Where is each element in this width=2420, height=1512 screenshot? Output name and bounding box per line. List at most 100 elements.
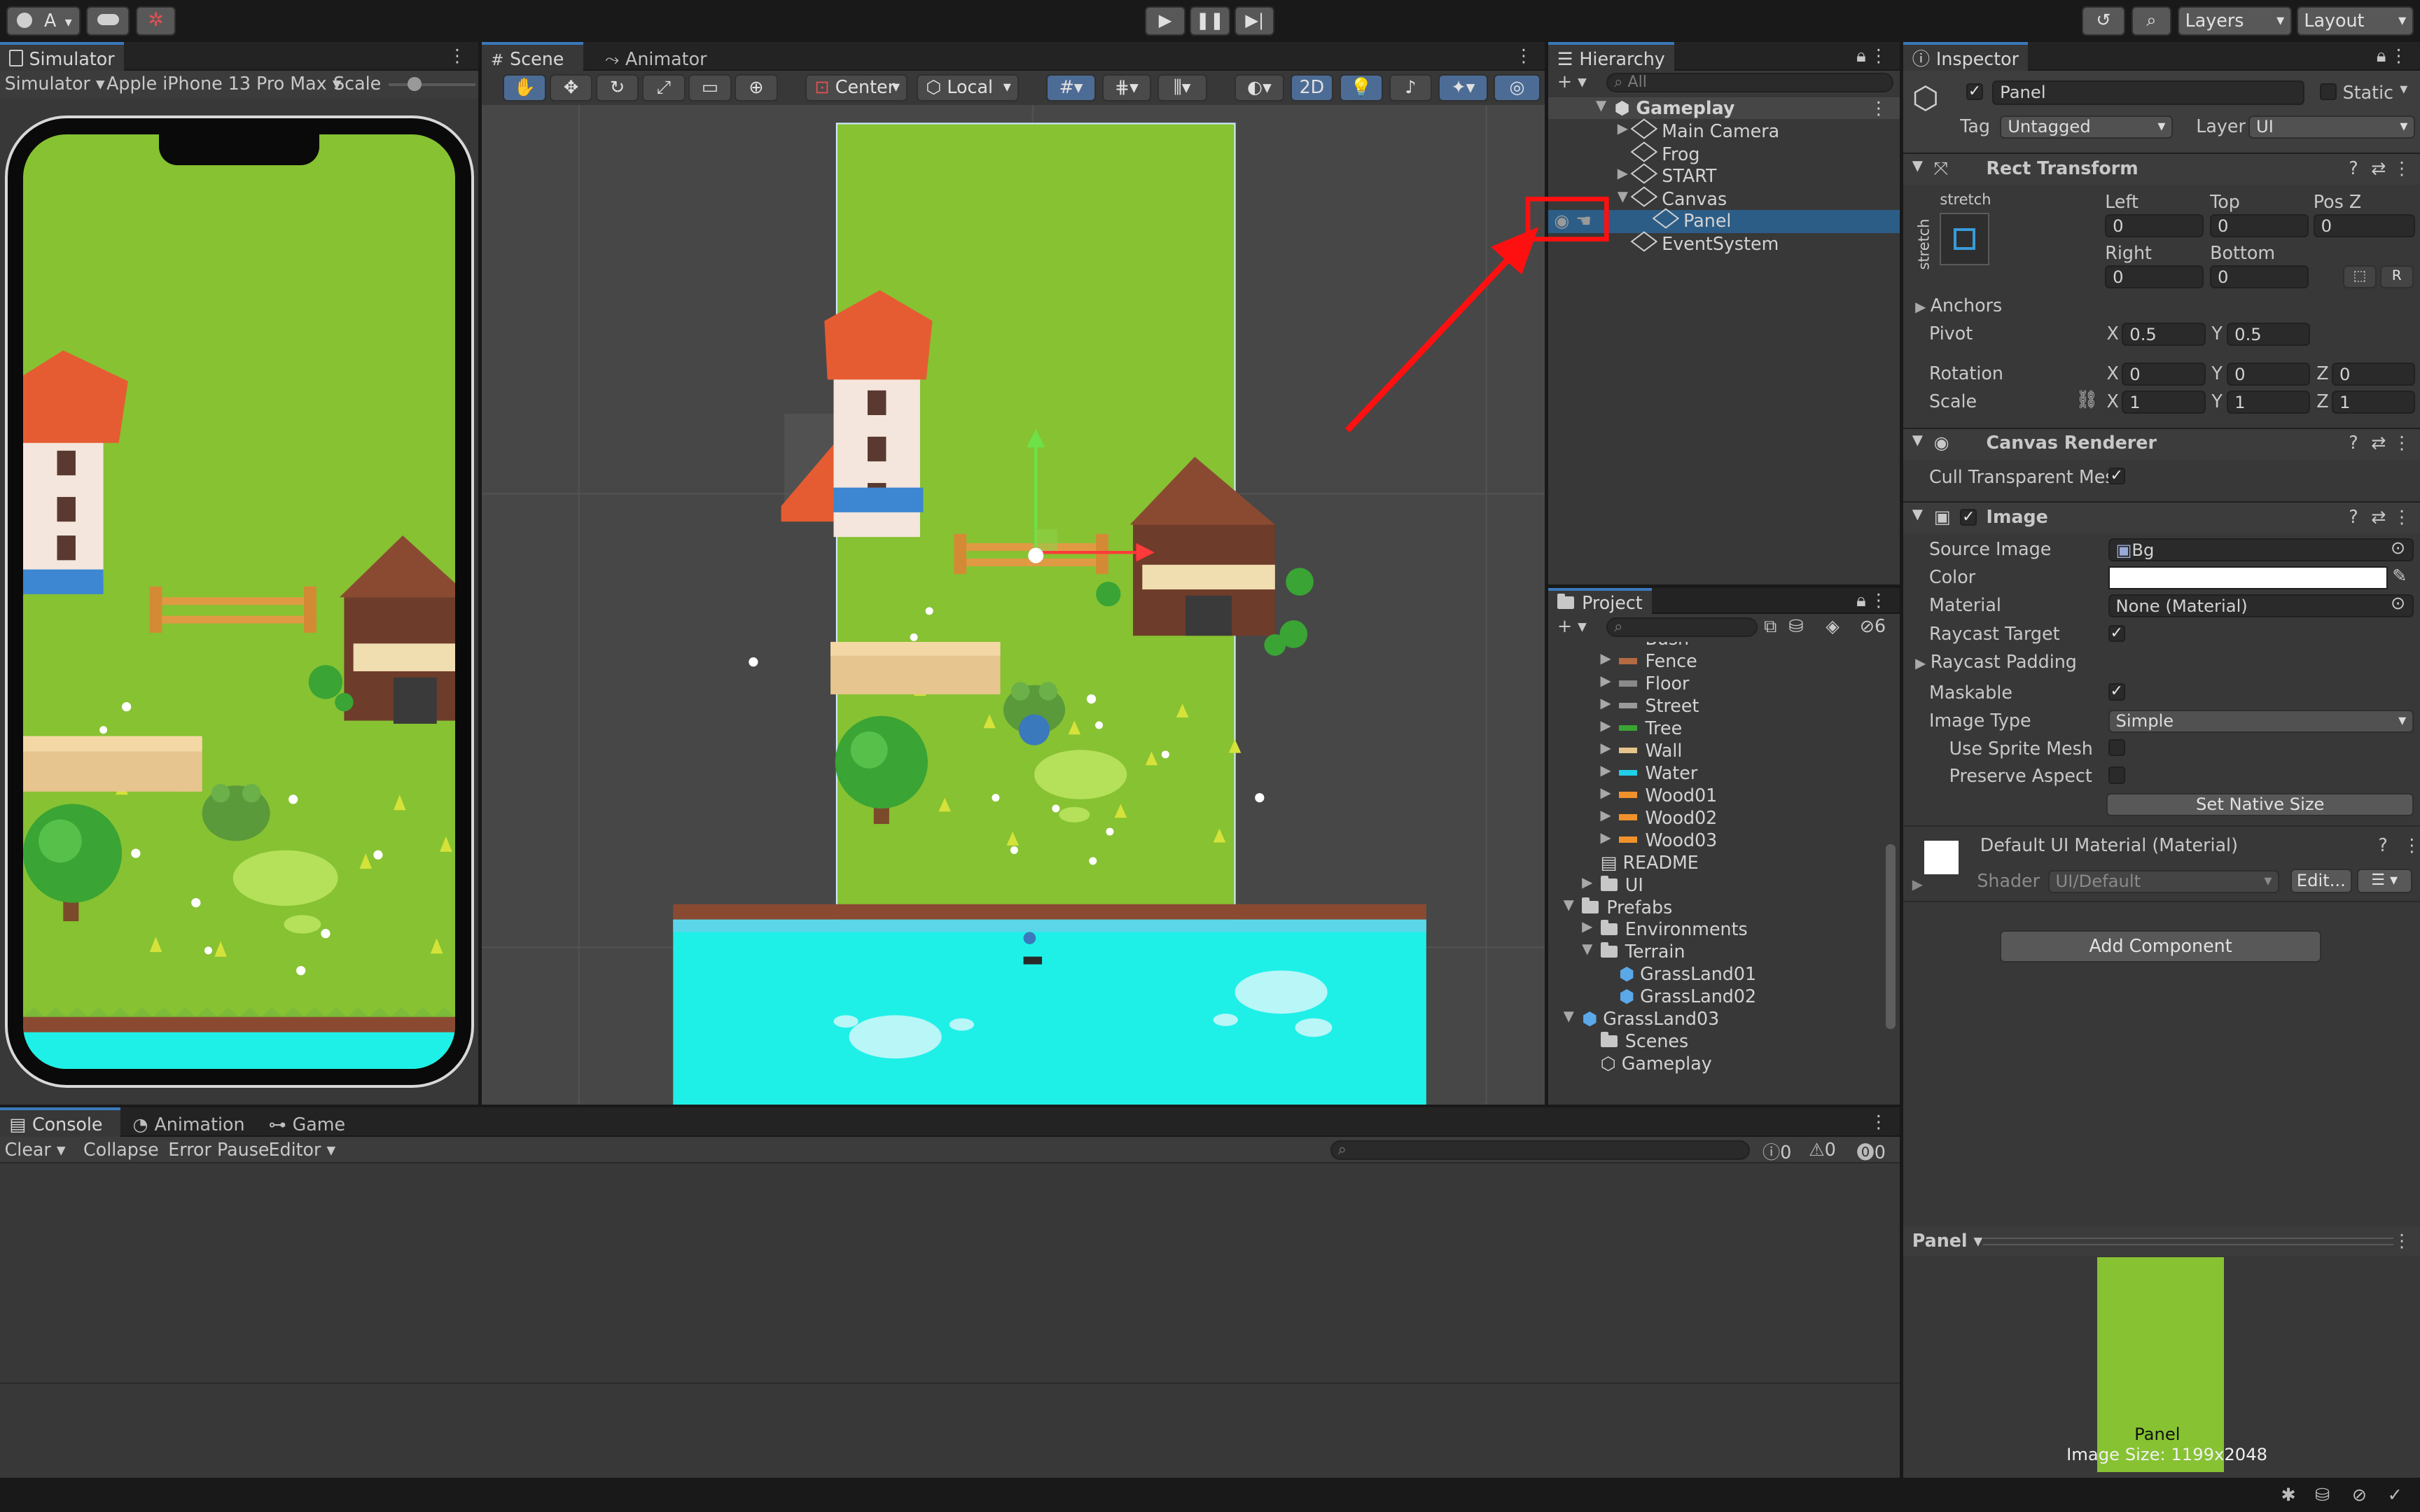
component-menu-icon[interactable]: ⋮ <box>2393 506 2410 527</box>
raycast-padding-foldout[interactable]: ▶ Raycast Padding <box>1915 651 2077 672</box>
tab-animator[interactable]: ⤳ Animator <box>596 42 716 71</box>
use-sprite-mesh-checkbox[interactable] <box>2108 738 2125 756</box>
lighting-toggle[interactable]: 💡 <box>1340 74 1383 102</box>
help-icon[interactable]: ? <box>2349 158 2358 178</box>
pickable-hand-icon[interactable]: ☚ <box>1576 210 1592 231</box>
tab-hierarchy[interactable]: ☰ Hierarchy <box>1548 41 1675 71</box>
component-menu-icon[interactable]: ⋮ <box>2403 834 2420 855</box>
scale-x-field[interactable]: 1 <box>2122 390 2206 414</box>
create-dropdown[interactable]: + ▾ <box>1557 615 1587 636</box>
set-native-size-button[interactable]: Set Native Size <box>2106 792 2414 816</box>
error-pause-toggle[interactable]: Error Pause <box>168 1139 269 1160</box>
panel-menu-icon[interactable]: ⋮ <box>1870 45 1887 66</box>
expand-arrow-icon[interactable]: ▼ <box>1564 1008 1579 1024</box>
search-by-type-icon[interactable]: ⧉ <box>1764 615 1776 638</box>
bug-icon[interactable]: ✱ <box>2281 1484 2296 1505</box>
scene-viewport[interactable] <box>481 104 1545 1105</box>
cull-transparent-checkbox[interactable]: ✓ <box>2108 467 2125 485</box>
panel-menu-icon[interactable]: ⋮ <box>2390 45 2407 66</box>
hierarchy-search-input[interactable]: ⌕ All <box>1606 72 1894 93</box>
source-image-field[interactable]: ▣Bg <box>2108 538 2414 562</box>
scale-slider[interactable] <box>389 77 475 92</box>
edit-shader-button[interactable]: Edit... <box>2290 868 2352 893</box>
create-dropdown[interactable]: + ▾ <box>1557 71 1587 92</box>
grid-snap-button[interactable]: #▾ <box>1046 74 1096 102</box>
help-icon[interactable]: ? <box>2349 432 2358 453</box>
rect-tool[interactable]: ▭ <box>688 74 732 102</box>
search-button[interactable]: ⌕ <box>2131 6 2172 36</box>
expand-arrow-icon[interactable]: ▶ <box>1601 718 1616 734</box>
scale-tool[interactable]: ⤢ <box>641 74 686 102</box>
bottom-field[interactable]: 0 <box>2210 265 2309 289</box>
game-viewport[interactable] <box>23 134 456 1070</box>
editor-dropdown[interactable]: Editor ▾ <box>268 1139 335 1160</box>
expand-arrow-icon[interactable]: ▶ <box>1601 807 1616 823</box>
2d-toggle[interactable]: 2D <box>1290 74 1334 102</box>
simulator-mode-dropdown[interactable]: Simulator ▾ <box>5 73 105 94</box>
preview-title-dropdown[interactable]: Panel ▾ <box>1912 1230 1982 1251</box>
transform-tool[interactable]: ⊕ <box>735 74 778 102</box>
object-name-field[interactable]: Panel <box>1992 80 2304 105</box>
expand-arrow-icon[interactable]: ▶ <box>1601 695 1616 711</box>
tab-game[interactable]: ⊶ Game <box>259 1107 354 1137</box>
maskable-checkbox[interactable]: ✓ <box>2108 683 2125 701</box>
image-type-dropdown[interactable]: Simple <box>2108 709 2414 733</box>
hierarchy-item-panel[interactable]: ◉ ☚ Panel <box>1548 208 1900 233</box>
pivot-dropdown[interactable]: ⊡ Center <box>805 74 908 102</box>
presets-icon[interactable]: ⇄ <box>2371 158 2386 178</box>
tag-icon[interactable]: ◈ <box>1826 615 1839 636</box>
warning-filter-toggle[interactable]: ⚠0 <box>1809 1139 1836 1160</box>
project-scrollbar[interactable] <box>1884 646 1897 1093</box>
active-checkbox[interactable]: ✓ <box>1966 83 1984 101</box>
top-field[interactable]: 0 <box>2210 214 2309 238</box>
static-checkbox[interactable] <box>2319 83 2337 101</box>
move-tool[interactable]: ✥ <box>549 74 593 102</box>
pivot-y-field[interactable]: 0.5 <box>2227 322 2311 346</box>
canvas-renderer-header[interactable]: ▼ ◉ Canvas Renderer ? ⇄ ⋮ <box>1903 427 2420 460</box>
static-dropdown-arrow[interactable]: ▾ <box>2400 80 2407 98</box>
error-filter-toggle[interactable]: ⓿0 <box>1856 1139 1885 1164</box>
eyedropper-icon[interactable]: ✎ <box>2392 565 2407 586</box>
expand-arrow-icon[interactable]: ▶ <box>1582 918 1597 934</box>
scene-menu-icon[interactable]: ⋮ <box>1870 97 1887 118</box>
expand-arrow-icon[interactable]: ▶ <box>1601 762 1616 778</box>
component-menu-icon[interactable]: ⋮ <box>2393 158 2410 178</box>
expand-arrow-icon[interactable]: ▶ <box>1601 642 1616 644</box>
preview-drag-handle[interactable] <box>1983 1237 2394 1245</box>
lock-icon[interactable]: 🔒︎ <box>1856 589 1865 612</box>
layout-dropdown[interactable]: Layout <box>2296 6 2414 36</box>
panel-menu-icon[interactable]: ⋮ <box>1515 45 1532 66</box>
expand-arrow-icon[interactable]: ▶ <box>1601 785 1616 801</box>
align-button[interactable]: ⫼▾ <box>1157 74 1207 102</box>
help-icon[interactable]: ? <box>2349 506 2358 527</box>
layer-dropdown[interactable]: UI <box>2248 115 2416 139</box>
image-header[interactable]: ▼ ▣ ✓ Image ? ⇄ ⋮ <box>1903 501 2420 534</box>
left-field[interactable]: 0 <box>2105 214 2204 238</box>
hand-tool[interactable]: ✋ <box>503 74 547 102</box>
object-picker-icon[interactable]: ⊙ <box>2391 537 2405 558</box>
play-button[interactable]: ▶ <box>1145 6 1185 36</box>
pause-button[interactable]: ❚❚ <box>1190 6 1230 36</box>
panel-menu-icon[interactable]: ⋮ <box>2393 1230 2410 1251</box>
rect-transform-header[interactable]: ▼ ⤧ Rect Transform ? ⇄ ⋮ <box>1903 153 2420 186</box>
project-scrollbar-thumb[interactable] <box>1886 844 1896 1030</box>
blueprint-mode-button[interactable]: ⬚ <box>2342 265 2377 289</box>
cache-server-icon[interactable]: ⛁ <box>2315 1484 2330 1505</box>
component-menu-icon[interactable]: ⋮ <box>2393 432 2410 453</box>
image-enabled-checkbox[interactable]: ✓ <box>1960 509 1977 526</box>
preserve-aspect-checkbox[interactable] <box>2108 766 2125 784</box>
anchor-preset-button[interactable] <box>1940 213 1989 266</box>
scale-y-field[interactable]: 1 <box>2227 390 2311 414</box>
log-filter-toggle[interactable]: ⓘ0 <box>1762 1139 1791 1164</box>
scale-slider-handle[interactable] <box>407 77 422 92</box>
raycast-target-checkbox[interactable]: ✓ <box>2108 624 2125 642</box>
expand-arrow-icon[interactable]: ▼ <box>1582 941 1597 957</box>
material-field[interactable]: None (Material) <box>2108 594 2414 617</box>
clear-dropdown[interactable]: Clear ▾ <box>5 1139 66 1160</box>
anchors-foldout[interactable]: ▶ Anchors <box>1915 295 2002 316</box>
expand-arrow-icon[interactable]: ▶ <box>1601 740 1616 756</box>
lock-icon[interactable]: 🔒︎ <box>2377 45 2386 67</box>
object-picker-icon[interactable]: ⊙ <box>2391 592 2405 613</box>
progress-check-icon[interactable]: ✓ <box>2388 1484 2402 1505</box>
cloud-button[interactable] <box>86 6 130 36</box>
